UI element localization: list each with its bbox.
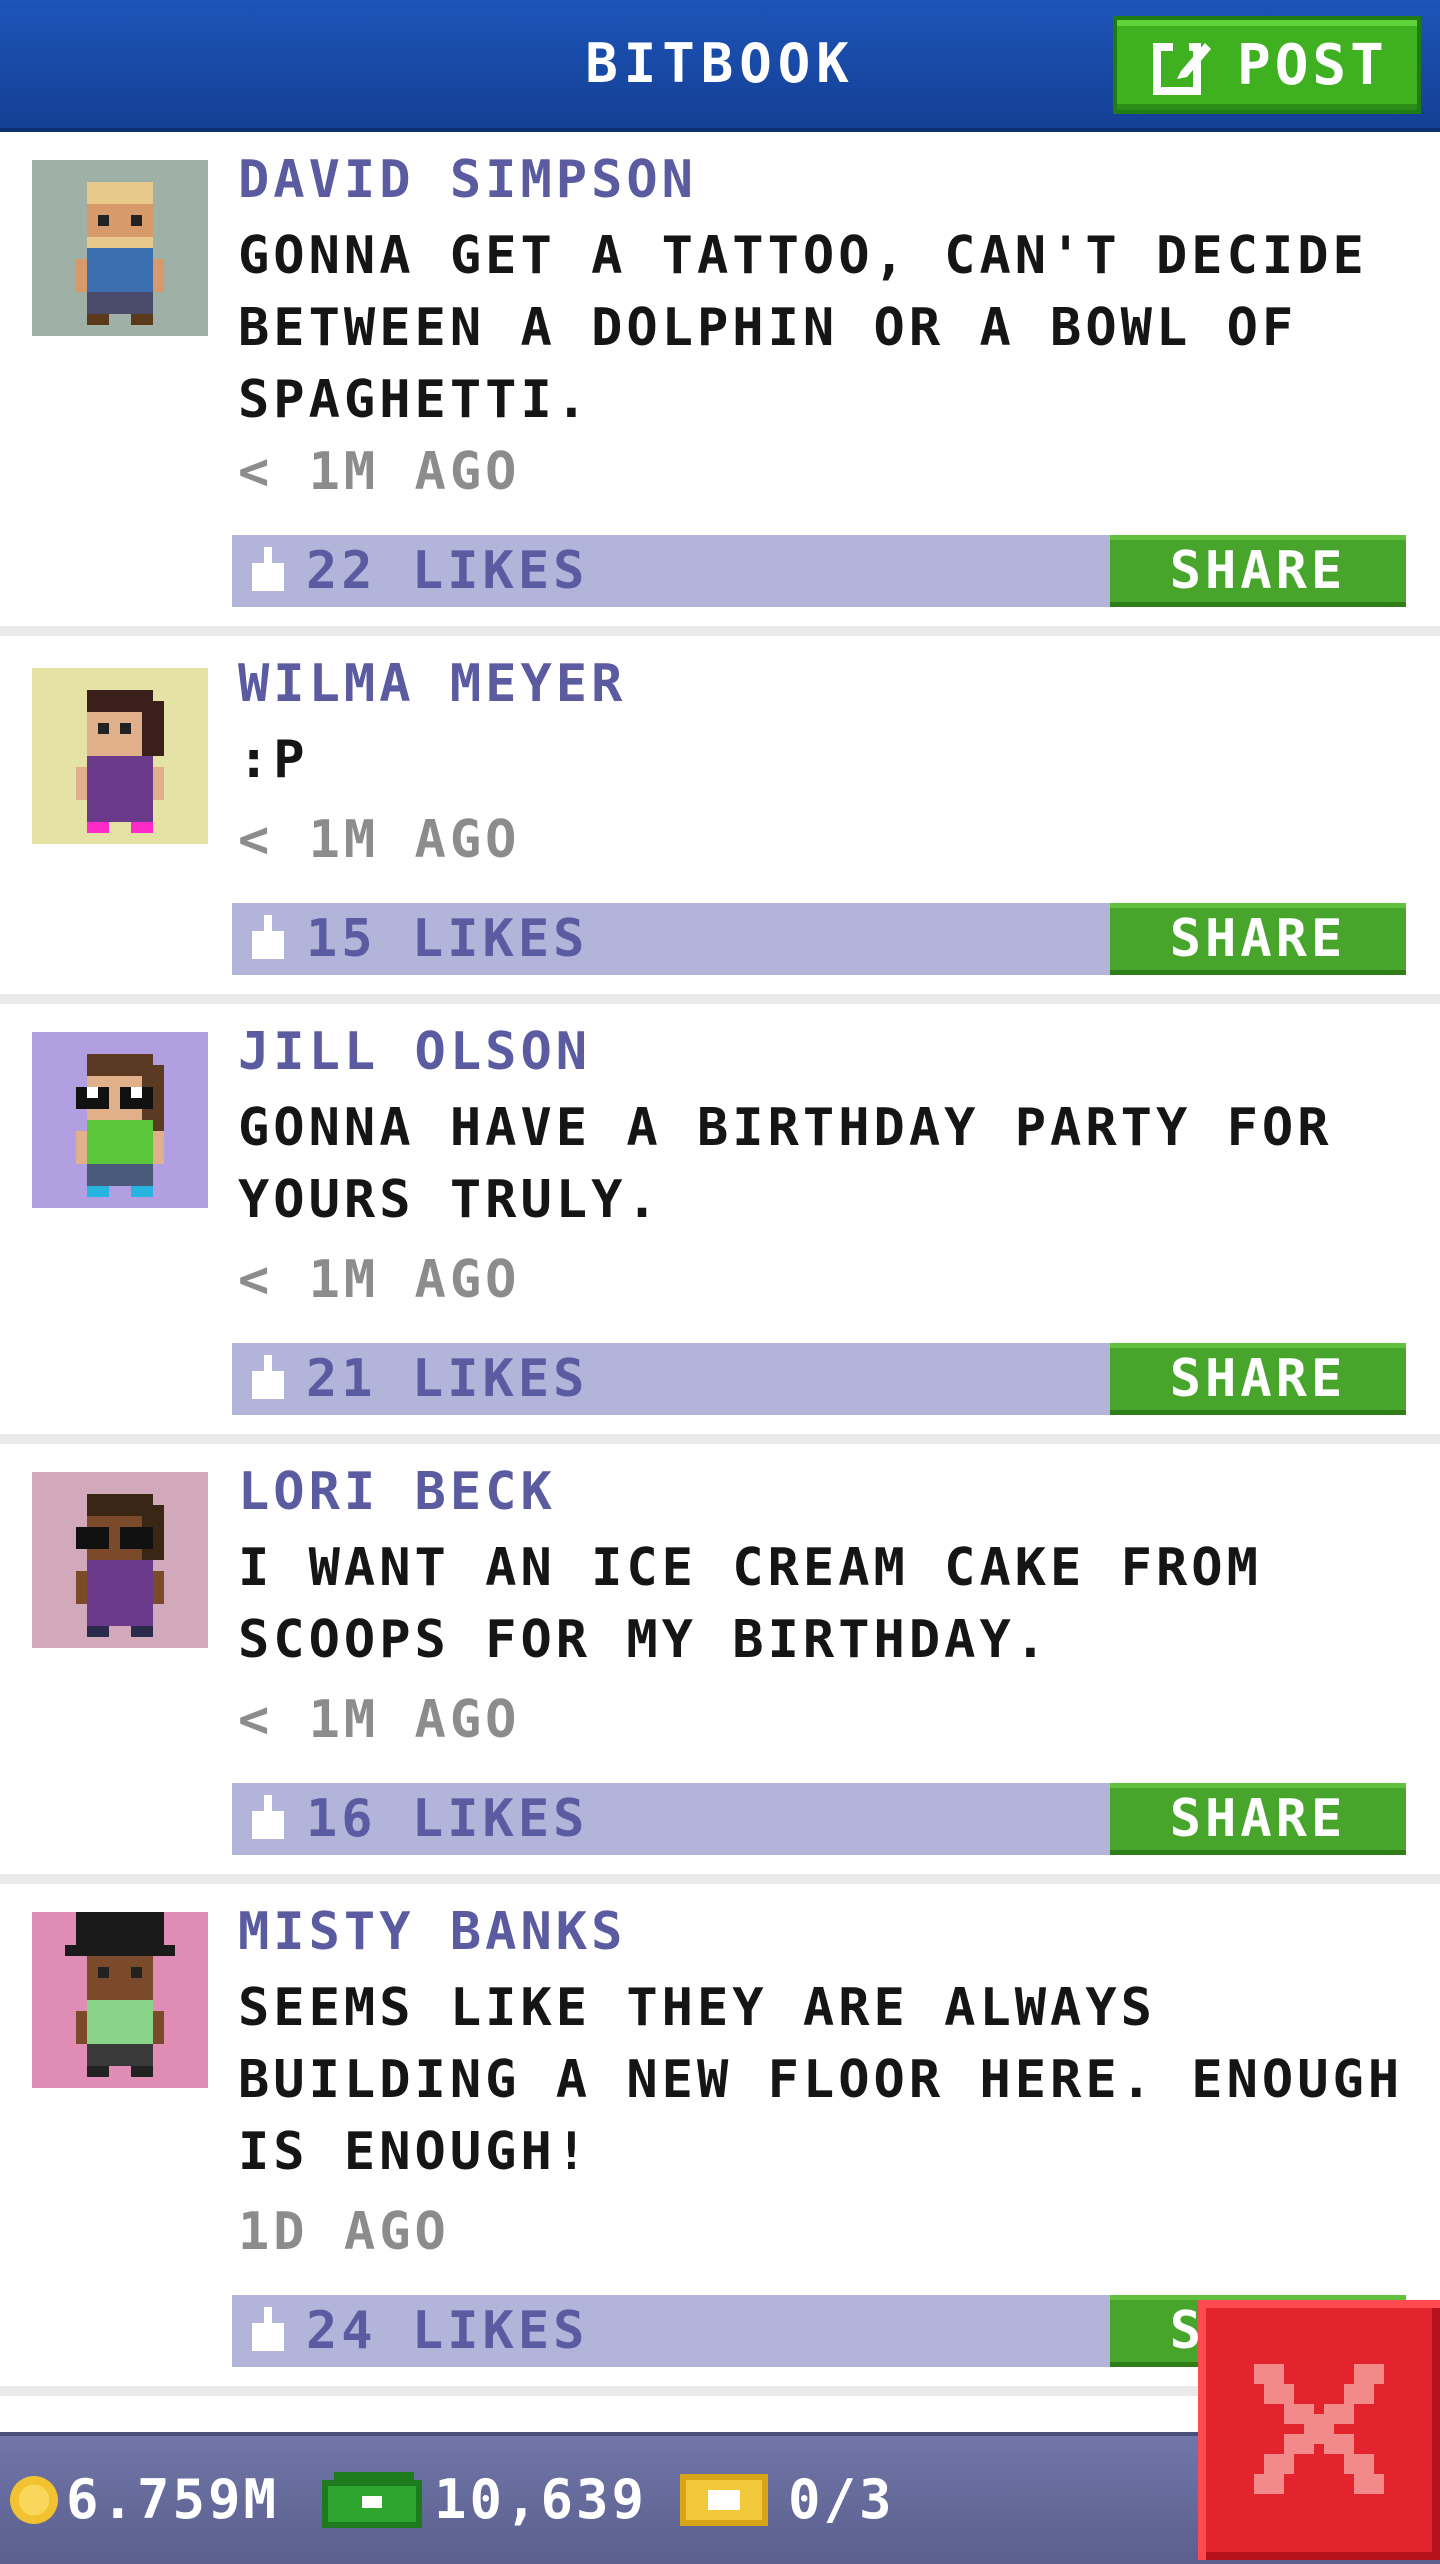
avatar[interactable] [32, 160, 208, 336]
thumbs-up-icon[interactable] [248, 1795, 288, 1843]
post-author[interactable]: DAVID SIMPSON [238, 150, 697, 210]
post-author[interactable]: JILL OLSON [238, 1022, 591, 1082]
bux-balance: 10,639 [434, 2468, 648, 2531]
avatar[interactable] [32, 1912, 208, 2088]
post-author[interactable]: WILMA MEYER [238, 654, 626, 714]
edit-icon [1153, 39, 1211, 95]
like-count: 16 LIKES [306, 1789, 589, 1849]
post-text: GONNA GET A TATTOO, CAN'T DECIDE BETWEEN… [238, 226, 1368, 430]
avatar-sprite [76, 1494, 164, 1637]
post-author[interactable]: LORI BECK [238, 1462, 556, 1522]
avatar[interactable] [32, 1032, 208, 1208]
close-button[interactable] [1198, 2300, 1440, 2560]
avatar[interactable] [32, 1472, 208, 1648]
post-timestamp: < 1M AGO [238, 1690, 521, 1750]
post-text: :P [238, 730, 309, 790]
avatar-sprite [76, 1054, 164, 1197]
vip-count: 0/3 [788, 2468, 895, 2531]
share-button[interactable]: SHARE [1110, 535, 1406, 607]
post-timestamp: < 1M AGO [238, 810, 521, 870]
close-icon [1254, 2364, 1384, 2494]
post-text: GONNA HAVE A BIRTHDAY PARTY FOR YOURS TR… [238, 1098, 1333, 1230]
share-button[interactable]: SHARE [1110, 1783, 1406, 1855]
share-button[interactable]: SHARE [1110, 903, 1406, 975]
feed-post: WILMA MEYER :P < 1M AGO 15 LIKES SHARE [0, 636, 1440, 1004]
post-button[interactable]: POST [1113, 16, 1421, 114]
feed-post: JILL OLSON GONNA HAVE A BIRTHDAY PARTY F… [0, 1004, 1440, 1444]
post-button-label: POST [1237, 32, 1388, 98]
post-timestamp: < 1M AGO [238, 442, 521, 502]
post-author[interactable]: MISTY BANKS [238, 1902, 626, 1962]
thumbs-up-icon[interactable] [248, 2307, 288, 2355]
like-count: 22 LIKES [306, 541, 589, 601]
avatar-sprite [76, 690, 164, 833]
feed-post: LORI BECK I WANT AN ICE CREAM CAKE FROM … [0, 1444, 1440, 1884]
post-action-bar: 15 LIKES SHARE [232, 903, 1406, 975]
post-text: I WANT AN ICE CREAM CAKE FROM SCOOPS FOR… [238, 1538, 1262, 1670]
share-button[interactable]: SHARE [1110, 1343, 1406, 1415]
post-timestamp: < 1M AGO [238, 1250, 521, 1310]
post-action-bar: 21 LIKES SHARE [232, 1343, 1406, 1415]
post-action-bar: 16 LIKES SHARE [232, 1783, 1406, 1855]
coin-balance: 6.759M [66, 2468, 280, 2531]
avatar-sprite [65, 1912, 175, 2077]
post-timestamp: 1D AGO [238, 2202, 450, 2262]
post-action-bar: 22 LIKES SHARE [232, 535, 1406, 607]
cash-icon [322, 2472, 422, 2528]
app-header: BITBOOK POST [0, 0, 1440, 132]
thumbs-up-icon[interactable] [248, 547, 288, 595]
thumbs-up-icon[interactable] [248, 1355, 288, 1403]
post-text: SEEMS LIKE THEY ARE ALWAYS BUILDING A NE… [238, 1978, 1404, 2182]
like-count: 21 LIKES [306, 1349, 589, 1409]
coin-icon [10, 2476, 58, 2524]
like-count: 24 LIKES [306, 2301, 589, 2361]
thumbs-up-icon[interactable] [248, 915, 288, 963]
like-count: 15 LIKES [306, 909, 589, 969]
feed-post: DAVID SIMPSON GONNA GET A TATTOO, CAN'T … [0, 132, 1440, 636]
avatar-sprite [76, 182, 164, 325]
vip-ticket-icon [680, 2474, 768, 2526]
feed-list[interactable]: DAVID SIMPSON GONNA GET A TATTOO, CAN'T … [0, 132, 1440, 2396]
avatar[interactable] [32, 668, 208, 844]
